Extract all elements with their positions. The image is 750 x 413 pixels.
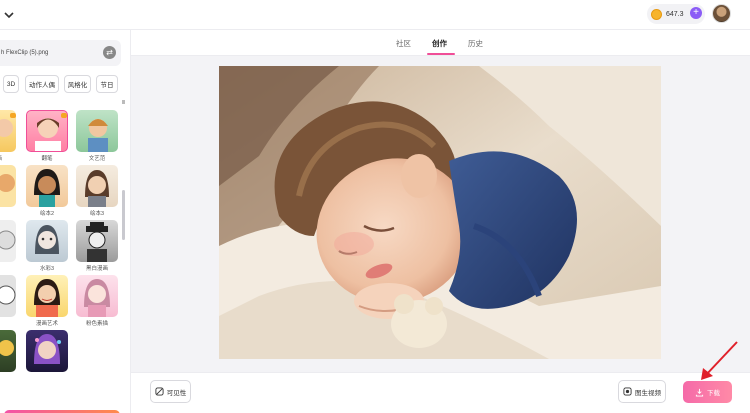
video-icon [623, 387, 632, 396]
download-icon [695, 388, 704, 397]
style-tile-label: 水彩3 [39, 266, 55, 272]
style-tile-label: 绘本2 [39, 211, 55, 217]
file-name: h FlexClip (5).png [1, 50, 49, 56]
style-tile-label: 文艺范 [88, 156, 106, 162]
style-tag-holiday[interactable]: 节日 [96, 75, 118, 93]
style-tile-label: 翻笔 [41, 156, 53, 162]
visibility-icon [155, 387, 164, 396]
style-tile-label: 2 [0, 264, 16, 270]
style-tile-label: ɵ插画 [0, 154, 16, 162]
style-tile[interactable] [0, 165, 16, 207]
tab-community[interactable]: 社区 [396, 38, 411, 49]
style-tile[interactable] [26, 220, 68, 262]
red-arrow-annotation [701, 341, 738, 380]
style-tile[interactable] [26, 275, 68, 317]
coin-icon [651, 8, 662, 20]
style-tag-3d[interactable]: 3D [3, 75, 19, 93]
style-tag-action-figure[interactable]: 动作人偶 [25, 75, 59, 93]
active-tab-indicator [427, 53, 455, 55]
style-tile[interactable] [26, 165, 68, 207]
scrollbar-thumb[interactable] [122, 190, 125, 240]
credits-value: 647.3 [666, 10, 684, 18]
style-tile-label: 1 [0, 209, 16, 215]
style-tile[interactable] [76, 110, 118, 152]
avatar[interactable] [712, 4, 731, 23]
top-bar: 647.3 + [0, 0, 750, 30]
swap-icon[interactable]: ⇄ [103, 46, 116, 59]
download-button[interactable]: 下载 [683, 381, 732, 403]
download-label: 下载 [707, 390, 720, 397]
chevron-down-icon[interactable] [2, 8, 16, 22]
style-tile[interactable] [26, 110, 68, 152]
tab-create[interactable]: 创作 [432, 38, 447, 49]
tab-bar: 社区 创作 历史 [131, 30, 750, 56]
add-credits-button[interactable]: + [690, 7, 702, 19]
style-tile-label: 黑白漫画 [85, 266, 108, 272]
style-tile[interactable] [76, 220, 118, 262]
style-tag-stylized[interactable]: 风格化 [64, 75, 91, 93]
style-tile[interactable] [0, 275, 16, 317]
image-to-video-button[interactable]: 图生视频 [618, 380, 666, 403]
style-tile[interactable] [0, 330, 16, 372]
scroll-up-indicator[interactable] [122, 100, 125, 104]
style-tile[interactable] [76, 165, 118, 207]
style-tile[interactable] [0, 220, 16, 262]
style-tile-label: 粉色素描 [85, 321, 108, 327]
visibility-button[interactable]: 可见性 [150, 380, 191, 403]
style-tile-label: 绘本3 [89, 211, 105, 217]
tab-history[interactable]: 历史 [468, 38, 483, 49]
style-tile-label: 漫画艺术 [35, 321, 58, 327]
generated-image[interactable] [219, 66, 661, 359]
sidebar: h FlexClip (5).png ⇄ 3D 动作人偶 风格化 节日 ɵ插画 … [0, 30, 131, 413]
style-tile[interactable] [76, 275, 118, 317]
style-tile-label: 图 [0, 319, 16, 327]
uploaded-file-chip[interactable]: h FlexClip (5).png ⇄ [0, 40, 121, 66]
style-tile[interactable] [0, 110, 16, 152]
style-tile[interactable] [26, 330, 68, 372]
visibility-label: 可见性 [166, 389, 187, 397]
image-to-video-label: 图生视频 [635, 389, 661, 397]
